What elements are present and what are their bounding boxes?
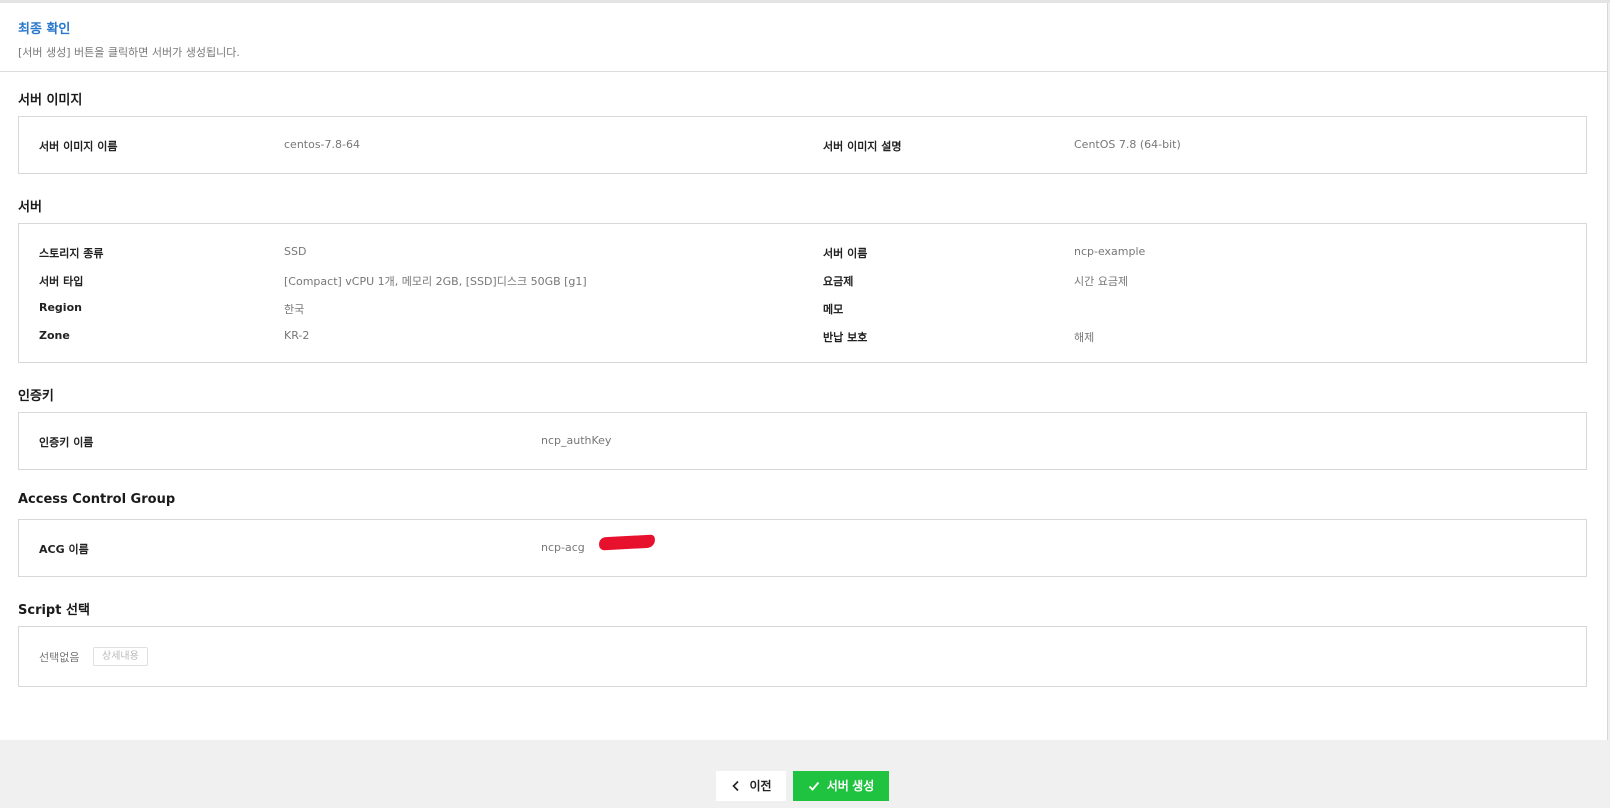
storage-type-value: SSD — [284, 245, 307, 258]
server-image-box: 서버 이미지 이름 centos-7.8-64 서버 이미지 설명 CentOS… — [18, 116, 1587, 174]
server-image-desc-value: CentOS 7.8 (64-bit) — [1074, 138, 1181, 151]
authkey-name-value: ncp_authKey — [541, 434, 612, 447]
section-title-acg: Access Control Group — [18, 492, 176, 507]
server-image-name-label: 서버 이미지 이름 — [39, 140, 118, 153]
acg-box: ACG 이름 ncp-acg — [18, 519, 1587, 577]
check-icon — [808, 780, 820, 792]
acg-name-label: ACG 이름 — [39, 543, 89, 556]
authkey-name-label: 인증키 이름 — [39, 436, 94, 449]
section-title-authkey: 인증키 — [18, 389, 54, 404]
prev-button-label: 이전 — [749, 779, 772, 793]
script-box: 선택없음 상세내용 — [18, 626, 1587, 687]
panel-header: 최종 확인 [서버 생성] 버튼을 클릭하면 서버가 생성됩니다. — [0, 3, 1608, 72]
server-name-value: ncp-example — [1074, 245, 1146, 258]
termination-protection-value: 해제 — [1074, 331, 1095, 344]
final-confirmation-panel: 최종 확인 [서버 생성] 버튼을 클릭하면 서버가 생성됩니다. 서버 이미지… — [0, 3, 1608, 740]
acg-name-value: ncp-acg — [541, 541, 585, 554]
create-server-button-label: 서버 생성 — [826, 779, 875, 793]
pricing-value: 시간 요금제 — [1074, 275, 1129, 288]
pricing-label: 요금제 — [823, 275, 854, 288]
region-value: 한국 — [284, 303, 305, 316]
create-server-button[interactable]: 서버 생성 — [793, 771, 889, 801]
section-title-server: 서버 — [18, 200, 42, 215]
page-description: [서버 생성] 버튼을 클릭하면 서버가 생성됩니다. — [18, 46, 240, 59]
server-box: 스토리지 종류 SSD 서버 타입 [Compact] vCPU 1개, 메모리… — [18, 223, 1587, 363]
region-label: Region — [39, 301, 82, 314]
memo-label: 메모 — [823, 303, 844, 316]
section-title-script: Script 선택 — [18, 603, 90, 618]
prev-button[interactable]: 이전 — [716, 771, 786, 801]
server-type-label: 서버 타입 — [39, 275, 84, 288]
script-detail-button[interactable]: 상세내용 — [93, 647, 148, 666]
server-name-label: 서버 이름 — [823, 247, 868, 260]
page-title: 최종 확인 — [18, 22, 71, 37]
redaction-mark — [598, 534, 656, 551]
section-title-server-image: 서버 이미지 — [18, 93, 83, 108]
server-type-value: [Compact] vCPU 1개, 메모리 2GB, [SSD]디스크 50G… — [284, 275, 587, 288]
server-image-name-value: centos-7.8-64 — [284, 138, 360, 151]
zone-value: KR-2 — [284, 329, 310, 342]
script-selected-value: 선택없음 — [39, 651, 80, 664]
storage-type-label: 스토리지 종류 — [39, 247, 104, 260]
chevron-left-icon — [730, 780, 742, 792]
termination-protection-label: 반납 보호 — [823, 331, 868, 344]
zone-label: Zone — [39, 329, 70, 342]
server-image-desc-label: 서버 이미지 설명 — [823, 140, 902, 153]
authkey-box: 인증키 이름 ncp_authKey — [18, 412, 1587, 470]
